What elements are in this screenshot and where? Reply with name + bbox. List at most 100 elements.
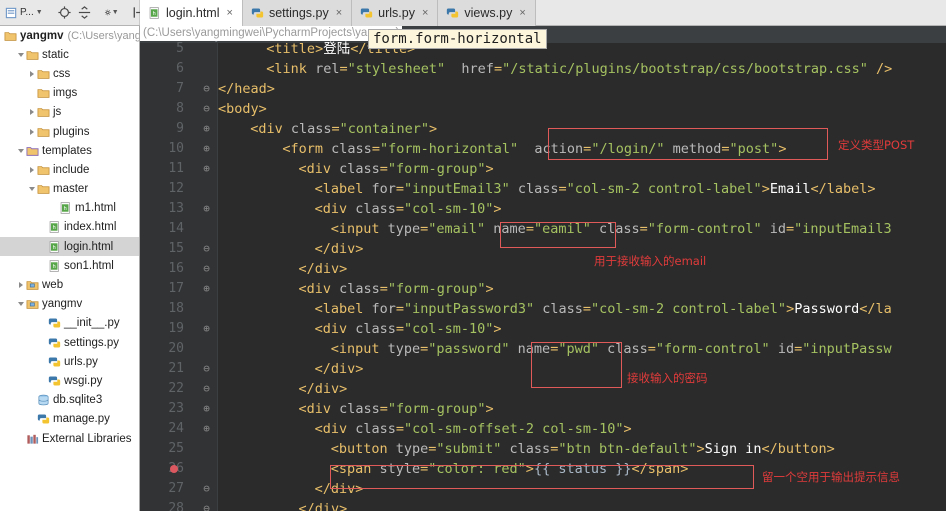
twisty-closed-icon[interactable] — [26, 70, 37, 77]
close-icon[interactable]: × — [336, 7, 342, 19]
code-line[interactable]: <div class="form-group"> — [299, 159, 494, 179]
close-icon[interactable]: × — [227, 7, 233, 19]
code-line[interactable]: <form class="form-horizontal" action="/l… — [282, 139, 786, 159]
fold-toggle[interactable]: ⊕ — [201, 159, 212, 179]
code-editor[interactable]: html›body›div.container›form.form-horizo… — [140, 26, 946, 511]
tree-item---init---py[interactable]: __init__.py — [0, 314, 139, 333]
tree-item-css[interactable]: css — [0, 64, 139, 83]
code-token: <body> — [218, 101, 267, 117]
html-file-icon: h — [60, 202, 70, 215]
fold-toggle[interactable]: ⊕ — [201, 119, 212, 139]
tree-item-templates[interactable]: templates — [0, 141, 139, 160]
code-line[interactable]: <label for="inputEmail3" class="col-sm-2… — [315, 179, 876, 199]
editor-tab-settings-py[interactable]: settings.py × — [242, 0, 353, 26]
twisty-closed-icon[interactable] — [26, 109, 37, 116]
tree-item-son1-html[interactable]: h son1.html — [0, 256, 139, 275]
fold-toggle[interactable]: ⊖ — [201, 359, 212, 379]
code-line[interactable]: <div class="col-sm-10"> — [315, 319, 502, 339]
tree-item-settings-py[interactable]: settings.py — [0, 333, 139, 352]
twisty-closed-icon[interactable] — [26, 128, 37, 135]
code-token: <div — [298, 401, 340, 417]
folder-icon — [37, 166, 50, 175]
tree-item-web[interactable]: web — [0, 275, 139, 294]
code-line[interactable]: </div> — [315, 239, 364, 259]
tree-item-db-sqlite3[interactable]: db.sqlite3 — [0, 391, 139, 410]
code-line[interactable]: <span style="color: red">{{ status }}</s… — [331, 459, 689, 479]
code-line[interactable]: <link rel="stylesheet" href="/static/plu… — [266, 59, 892, 79]
code-line[interactable]: <div class="form-group"> — [299, 399, 494, 419]
breakpoint-marker[interactable] — [170, 465, 178, 473]
code-token: "inputEmail3" — [404, 181, 510, 197]
collapse-all-button[interactable] — [76, 3, 93, 23]
fold-toggle[interactable]: ⊖ — [201, 239, 212, 259]
code-token: = — [379, 161, 388, 177]
code-line[interactable]: </div> — [299, 499, 348, 511]
code-line[interactable]: <body> — [218, 99, 267, 119]
locate-file-button[interactable] — [56, 3, 73, 23]
code-line[interactable]: <input type="password" name="pwd" class=… — [331, 339, 892, 359]
tree-root-row[interactable]: yangmv (C:\Users\yangmingwei\PycharmProj… — [0, 26, 139, 45]
twisty-open-icon[interactable] — [15, 302, 26, 307]
tree-item-external-libraries[interactable]: External Libraries — [0, 429, 139, 448]
tree-item-m1-html[interactable]: h m1.html — [0, 199, 139, 218]
folder-icon — [4, 31, 17, 41]
folder-purple-icon — [26, 146, 39, 156]
tree-item-master[interactable]: master — [0, 180, 139, 199]
project-dropdown[interactable]: P... ▼ — [2, 3, 46, 23]
close-icon[interactable]: × — [519, 7, 525, 19]
code-line[interactable]: <div class="col-sm-10"> — [315, 199, 502, 219]
settings-button[interactable]: ▼ — [103, 3, 120, 23]
twisty-closed-icon[interactable] — [15, 282, 26, 289]
code-line[interactable]: </div> — [299, 259, 348, 279]
code-line[interactable]: <label for="inputPassword3" class="col-s… — [315, 299, 892, 319]
tree-item-imgs[interactable]: imgs — [0, 84, 139, 103]
fold-toggle[interactable]: ⊖ — [201, 259, 212, 279]
fold-toggle[interactable]: ⊖ — [201, 499, 212, 511]
code-token: </div> — [298, 261, 348, 277]
fold-toggle[interactable]: ⊕ — [201, 199, 212, 219]
code-line[interactable]: </div> — [315, 479, 364, 499]
code-line[interactable]: <input type="email" name="eamil" class="… — [331, 219, 892, 239]
twisty-closed-icon[interactable] — [26, 166, 37, 173]
tree-item-plugins[interactable]: plugins — [0, 122, 139, 141]
project-tree-panel[interactable]: yangmv (C:\Users\yangmingwei\PycharmProj… — [0, 26, 140, 511]
python-file-icon — [37, 414, 50, 424]
twisty-open-icon[interactable] — [15, 148, 26, 153]
code-line[interactable]: </head> — [218, 79, 275, 99]
close-icon[interactable]: × — [422, 7, 428, 19]
twisty-open-icon[interactable] — [26, 187, 37, 192]
fold-toggle[interactable]: ⊕ — [201, 319, 212, 339]
code-line[interactable]: </div> — [299, 379, 348, 399]
code-line[interactable]: <div class="col-sm-offset-2 col-sm-10"> — [315, 419, 632, 439]
fold-toggle[interactable]: ⊕ — [201, 139, 212, 159]
fold-toggle[interactable]: ⊖ — [201, 99, 212, 119]
code-line[interactable]: <div class="form-group"> — [299, 279, 494, 299]
code-line[interactable]: <div class="container"> — [250, 119, 437, 139]
tree-item-yangmv[interactable]: yangmv — [0, 295, 139, 314]
code-line[interactable]: <button type="submit" class="btn btn-def… — [331, 439, 835, 459]
code-token: "form-control" — [655, 341, 770, 357]
fold-toggle[interactable]: ⊕ — [201, 399, 212, 419]
editor-tab-urls-py[interactable]: urls.py × — [352, 0, 439, 26]
tree-item-wsgi-py[interactable]: wsgi.py — [0, 371, 139, 390]
editor-tab-login-html[interactable]: h login.html × — [140, 0, 243, 26]
tree-item-label: login.html — [64, 240, 114, 253]
fold-toggle[interactable]: ⊕ — [201, 419, 212, 439]
code-token: "form-horizontal" — [379, 141, 519, 157]
tree-item-js[interactable]: js — [0, 103, 139, 122]
fold-toggle[interactable]: ⊖ — [201, 479, 212, 499]
tree-item-include[interactable]: include — [0, 160, 139, 179]
chevron-down-icon — [28, 187, 35, 192]
tree-item-manage-py[interactable]: manage.py — [0, 410, 139, 429]
fold-toggle[interactable]: ⊕ — [201, 279, 212, 299]
twisty-open-icon[interactable] — [15, 52, 26, 57]
editor-tab-views-py[interactable]: views.py × — [438, 0, 536, 26]
tree-item-static[interactable]: static — [0, 45, 139, 64]
tree-item-login-html[interactable]: h login.html — [0, 237, 139, 257]
tree-item-urls-py[interactable]: urls.py — [0, 352, 139, 371]
fold-toggle[interactable]: ⊖ — [201, 379, 212, 399]
code-line[interactable]: </div> — [315, 359, 364, 379]
tree-item-index-html[interactable]: h index.html — [0, 218, 139, 237]
fold-toggle[interactable]: ⊖ — [201, 79, 212, 99]
